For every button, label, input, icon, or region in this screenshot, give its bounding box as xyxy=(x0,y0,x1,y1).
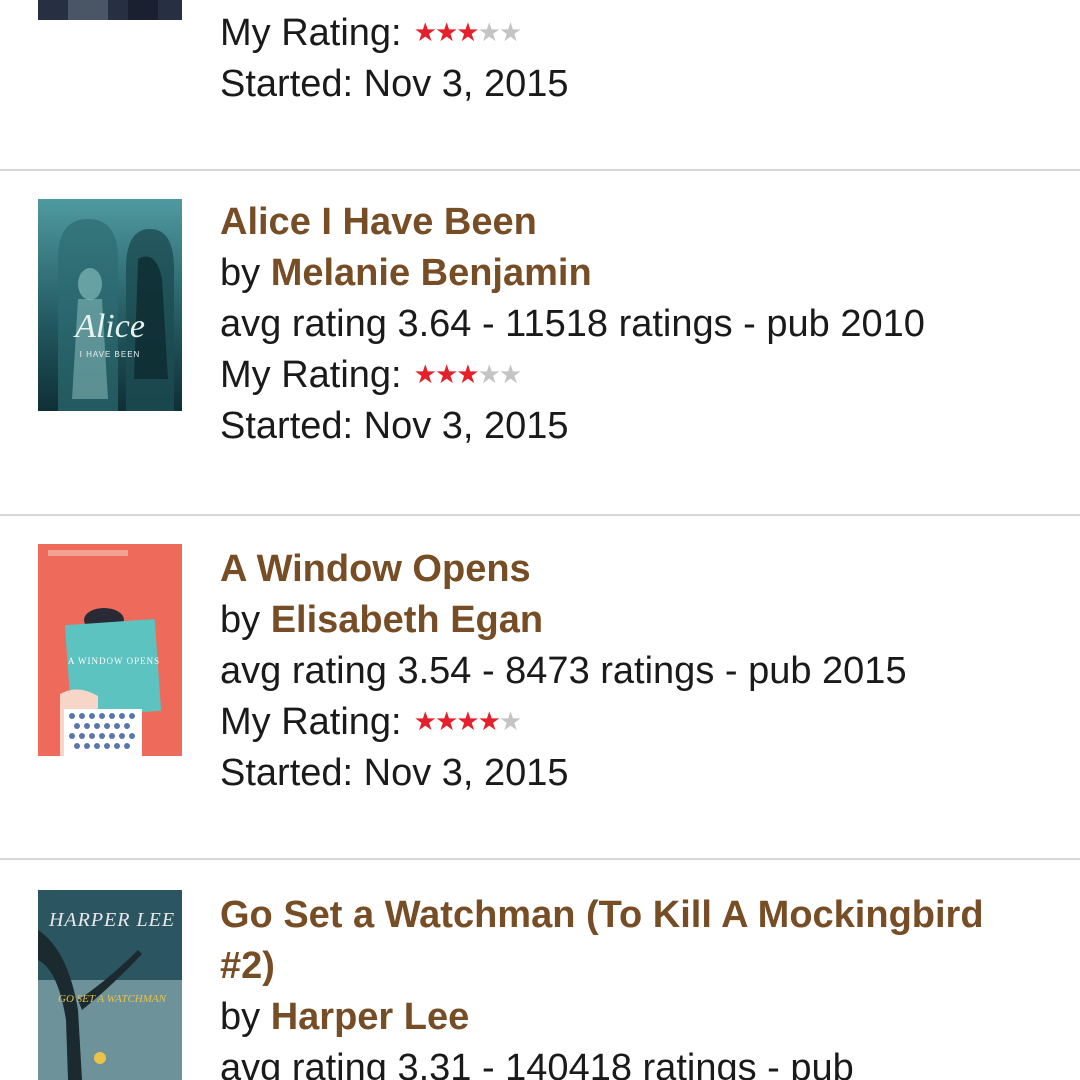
author-link[interactable]: Harper Lee xyxy=(271,996,470,1038)
star-filled-icon[interactable]: ★ xyxy=(478,706,501,736)
book-title-link[interactable]: Go Set a Watchman (To Kill A Mockingbird… xyxy=(220,890,1040,992)
my-rating-line: My Rating: ★★★★★ xyxy=(220,8,1040,59)
book-info: My Rating: ★★★★★ Started: Nov 3, 2015 xyxy=(220,8,1040,110)
started-date: Started: Nov 3, 2015 xyxy=(220,63,569,105)
author-link[interactable]: Elisabeth Egan xyxy=(271,599,543,641)
book-cover[interactable]: HARPER LEE GO SET A WATCHMAN xyxy=(38,890,182,1080)
svg-text:HARPER LEE: HARPER LEE xyxy=(48,909,175,931)
book-row[interactable]: A WINDOW OPENS A Window Opens by Elisabe… xyxy=(0,516,1080,860)
book-list: My Rating: ★★★★★ Started: Nov 3, 2015 Al… xyxy=(0,0,1080,1080)
my-rating-line: My Rating: ★★★★★ xyxy=(220,350,1040,401)
started-date: Started: Nov 3, 2015 xyxy=(220,405,569,447)
book-info: A Window Opens by Elisabeth Egan avg rat… xyxy=(220,544,1040,799)
book-row[interactable]: Alice I HAVE BEEN Alice I Have Been by M… xyxy=(0,171,1080,515)
my-rating-stars[interactable]: ★★★★★ xyxy=(414,350,523,400)
started-date: Started: Nov 3, 2015 xyxy=(220,752,569,794)
my-rating-label: My Rating: xyxy=(220,354,402,396)
author-prefix: by xyxy=(220,599,261,641)
book-info: Alice I Have Been by Melanie Benjamin av… xyxy=(220,197,1040,452)
book-cover[interactable]: Alice I HAVE BEEN xyxy=(38,199,182,411)
author-prefix: by xyxy=(220,252,261,294)
star-empty-icon[interactable]: ★ xyxy=(499,706,522,736)
book-cover[interactable] xyxy=(38,0,182,20)
book-cover-art: HARPER LEE GO SET A WATCHMAN xyxy=(38,890,182,1080)
author-line: by Melanie Benjamin xyxy=(220,248,1040,299)
svg-text:I HAVE BEEN: I HAVE BEEN xyxy=(80,350,141,359)
star-filled-icon[interactable]: ★ xyxy=(414,17,437,47)
book-meta: avg rating 3.31 - 140418 ratings - pub xyxy=(220,1047,854,1080)
svg-text:A WINDOW OPENS: A WINDOW OPENS xyxy=(68,656,160,666)
star-empty-icon[interactable]: ★ xyxy=(499,359,522,389)
author-line: by Elisabeth Egan xyxy=(220,595,1040,646)
star-filled-icon[interactable]: ★ xyxy=(414,359,437,389)
star-filled-icon[interactable]: ★ xyxy=(456,706,479,736)
book-meta: avg rating 3.64 - 11518 ratings - pub 20… xyxy=(220,303,925,345)
svg-text:GO SET A WATCHMAN: GO SET A WATCHMAN xyxy=(58,993,167,1005)
my-rating-stars[interactable]: ★★★★★ xyxy=(414,697,523,747)
star-empty-icon[interactable]: ★ xyxy=(499,17,522,47)
star-empty-icon[interactable]: ★ xyxy=(478,359,501,389)
star-filled-icon[interactable]: ★ xyxy=(435,706,458,736)
my-rating-stars[interactable]: ★★★★★ xyxy=(414,8,523,58)
my-rating-label: My Rating: xyxy=(220,701,402,743)
book-row[interactable]: My Rating: ★★★★★ Started: Nov 3, 2015 xyxy=(0,0,1080,170)
book-meta: avg rating 3.54 - 8473 ratings - pub 201… xyxy=(220,650,907,692)
star-filled-icon[interactable]: ★ xyxy=(456,17,479,47)
book-title-link[interactable]: A Window Opens xyxy=(220,544,1040,595)
book-cover-art xyxy=(38,0,182,20)
book-title-link[interactable]: Alice I Have Been xyxy=(220,197,1040,248)
book-cover[interactable]: A WINDOW OPENS xyxy=(38,544,182,756)
svg-text:Alice: Alice xyxy=(73,308,145,345)
my-rating-line: My Rating: ★★★★★ xyxy=(220,697,1040,748)
author-link[interactable]: Melanie Benjamin xyxy=(271,252,592,294)
book-cover-art: A WINDOW OPENS xyxy=(38,544,182,756)
star-filled-icon[interactable]: ★ xyxy=(414,706,437,736)
book-cover-art: Alice I HAVE BEEN xyxy=(38,199,182,411)
my-rating-label: My Rating: xyxy=(220,12,402,54)
star-filled-icon[interactable]: ★ xyxy=(456,359,479,389)
star-filled-icon[interactable]: ★ xyxy=(435,359,458,389)
book-row[interactable]: HARPER LEE GO SET A WATCHMAN Go Set a Wa… xyxy=(0,860,1080,1080)
author-line: by Harper Lee xyxy=(220,992,1040,1043)
author-prefix: by xyxy=(220,996,261,1038)
book-info: Go Set a Watchman (To Kill A Mockingbird… xyxy=(220,890,1040,1080)
star-empty-icon[interactable]: ★ xyxy=(478,17,501,47)
star-filled-icon[interactable]: ★ xyxy=(435,17,458,47)
